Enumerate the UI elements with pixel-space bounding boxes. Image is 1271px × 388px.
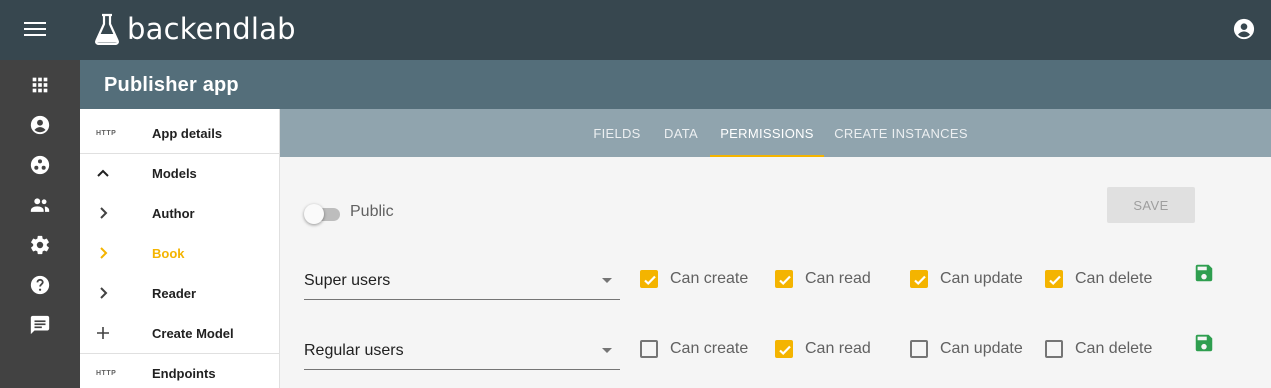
- chevron-right-icon: [100, 247, 108, 259]
- can-delete-checkbox[interactable]: Can delete: [1045, 336, 1152, 362]
- sidebar-item-reader[interactable]: Reader: [80, 273, 279, 313]
- can-read-checkbox[interactable]: Can read: [775, 266, 871, 292]
- can-delete-checkbox[interactable]: Can delete: [1045, 266, 1152, 292]
- flask-icon: [95, 13, 119, 45]
- save-icon[interactable]: [1193, 262, 1215, 284]
- checkbox-label: Can update: [940, 270, 1023, 287]
- apps-icon[interactable]: [29, 74, 51, 96]
- checkbox-unchecked-icon: [640, 340, 658, 358]
- checkbox-checked-icon: [775, 270, 793, 288]
- checkbox-label: Can delete: [1075, 340, 1153, 357]
- http-badge: HTTP: [96, 369, 117, 377]
- checkbox-checked-icon: [640, 270, 658, 288]
- tab-bar: FIELDS DATA PERMISSIONS CREATE INSTANCES: [280, 109, 1271, 157]
- can-update-checkbox[interactable]: Can update: [910, 336, 1023, 362]
- save-button[interactable]: SAVE: [1107, 187, 1195, 223]
- sidebar-item-create-model[interactable]: Create Model: [80, 313, 279, 353]
- sidebar-item-label: Reader: [152, 285, 197, 301]
- feedback-icon[interactable]: [29, 314, 51, 336]
- group-work-icon[interactable]: [29, 154, 51, 176]
- checkbox-label: Can create: [670, 340, 749, 357]
- brand-logo[interactable]: backendlab: [94, 12, 296, 46]
- role-select-value: Regular users: [304, 342, 404, 359]
- top-app-bar: backendlab: [0, 0, 1271, 60]
- tab-permissions[interactable]: PERMISSIONS: [710, 109, 824, 157]
- dropdown-arrow-icon: [602, 278, 612, 283]
- sidebar-item-author[interactable]: Author: [80, 193, 279, 233]
- checkbox-label: Can delete: [1075, 270, 1153, 287]
- checkbox-checked-icon: [910, 270, 928, 288]
- role-select[interactable]: Regular users: [304, 334, 620, 370]
- checkbox-unchecked-icon: [1045, 340, 1063, 358]
- dropdown-arrow-icon: [602, 348, 612, 353]
- app-header: Publisher app: [80, 60, 1271, 109]
- help-icon[interactable]: [29, 274, 51, 296]
- checkbox-checked-icon: [775, 340, 793, 358]
- people-icon[interactable]: [29, 194, 51, 216]
- sidebar-item-label: Create Model: [152, 325, 234, 341]
- plus-icon: [97, 327, 109, 339]
- account-circle-icon[interactable]: [29, 114, 51, 136]
- can-update-checkbox[interactable]: Can update: [910, 266, 1023, 292]
- permission-row: Super users Can create Can read Can upda…: [280, 264, 1271, 304]
- sidebar-item-app-details[interactable]: HTTP App details: [80, 113, 279, 153]
- chevron-right-icon: [100, 207, 108, 219]
- sidebar-item-label: Endpoints: [152, 365, 216, 381]
- permission-row: Regular users Can create Can read Can up…: [280, 334, 1271, 374]
- can-read-checkbox[interactable]: Can read: [775, 336, 871, 362]
- chevron-right-icon: [100, 287, 108, 299]
- account-circle-icon[interactable]: [1233, 18, 1255, 40]
- checkbox-label: Can create: [670, 270, 749, 287]
- tab-create-instances[interactable]: CREATE INSTANCES: [824, 109, 978, 157]
- public-toggle[interactable]: [304, 204, 342, 224]
- role-select-value: Super users: [304, 272, 391, 289]
- tab-data[interactable]: DATA: [652, 109, 710, 157]
- checkbox-unchecked-icon: [910, 340, 928, 358]
- sidebar-item-models[interactable]: Models: [80, 153, 279, 193]
- checkbox-label: Can read: [805, 340, 871, 357]
- save-icon[interactable]: [1193, 332, 1215, 354]
- sidebar-item-book[interactable]: Book: [80, 233, 279, 273]
- chevron-up-icon: [97, 169, 109, 177]
- sidebar-item-label: App details: [152, 125, 223, 141]
- menu-icon[interactable]: [24, 19, 46, 41]
- can-create-checkbox[interactable]: Can create: [640, 336, 748, 362]
- checkbox-label: Can read: [805, 270, 871, 287]
- page-title: Publisher app: [104, 74, 239, 96]
- sidebar-item-label: Models: [152, 165, 197, 181]
- role-select[interactable]: Super users: [304, 264, 620, 300]
- left-rail: [0, 60, 80, 388]
- can-create-checkbox[interactable]: Can create: [640, 266, 748, 292]
- permissions-panel: Public SAVE Super users Can create Can r…: [280, 157, 1271, 388]
- sidebar-item-label: Author: [152, 205, 195, 221]
- checkbox-label: Can update: [940, 340, 1023, 357]
- sidebar-item-endpoints[interactable]: HTTP Endpoints: [80, 353, 279, 388]
- sidebar-item-label: Book: [152, 245, 185, 261]
- tab-fields[interactable]: FIELDS: [582, 109, 652, 157]
- public-label: Public: [350, 203, 394, 220]
- settings-icon[interactable]: [29, 234, 51, 256]
- brand-name: backendlab: [127, 12, 296, 46]
- checkbox-checked-icon: [1045, 270, 1063, 288]
- http-badge: HTTP: [96, 129, 117, 137]
- side-navigation: HTTP App details Models Author Book Read…: [80, 109, 280, 388]
